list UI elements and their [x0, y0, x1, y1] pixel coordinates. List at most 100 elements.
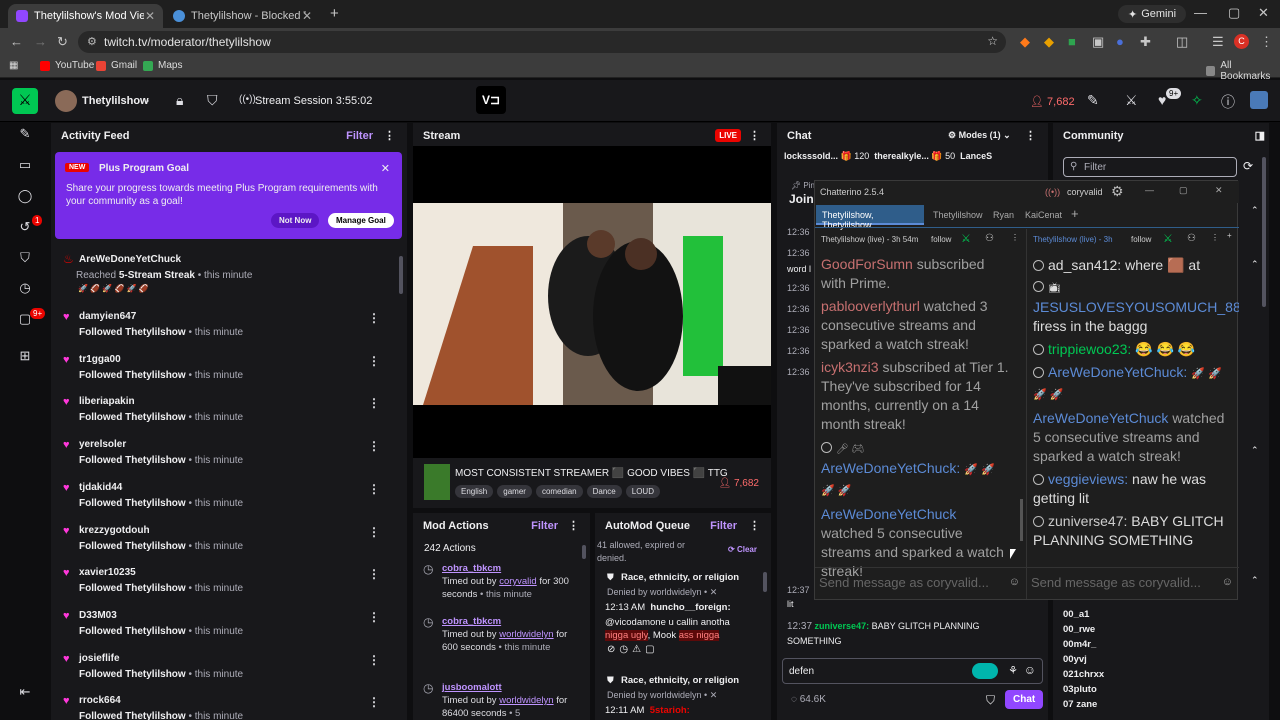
bookmark-star-icon[interactable]: ☆ — [987, 34, 998, 48]
chat-username[interactable]: veggieviews: — [1048, 471, 1128, 487]
follower-name[interactable]: yerelsoler — [79, 439, 126, 450]
collapse-section-icon[interactable]: ⌃ — [1251, 259, 1259, 270]
message-user[interactable]: 5starioh: — [650, 705, 690, 716]
close-icon[interactable]: ✕ — [710, 690, 718, 700]
mod-actions-filter-button[interactable]: Filter — [531, 520, 558, 532]
extension-puzzle-orange-icon[interactable]: ◆ — [1044, 34, 1054, 50]
channel-name[interactable]: Thetylilshow — [82, 95, 149, 107]
back-icon[interactable]: ← — [10, 34, 23, 49]
timeout-icon[interactable] — [1033, 344, 1044, 355]
history-icon[interactable]: ↺ — [17, 219, 33, 235]
split-menu-icon[interactable]: ⋮ — [1211, 233, 1219, 242]
pinned-join[interactable]: Join — [789, 192, 814, 206]
site-info-icon[interactable]: ⚙ — [87, 35, 97, 48]
mod-sword-icon[interactable]: ⚔ — [1163, 232, 1173, 245]
refresh-icon[interactable]: ⟳ — [1243, 159, 1253, 173]
timeout-icon[interactable] — [1033, 474, 1044, 485]
celebrate-icon[interactable]: ⚘ — [1008, 664, 1018, 677]
community-user[interactable]: 03pluto — [1063, 684, 1097, 695]
channel-points[interactable]: ◌ 64.6K — [791, 694, 826, 705]
more-options-icon[interactable]: ⋮ — [568, 519, 579, 532]
automod-scrollbar[interactable] — [763, 572, 767, 592]
follower-name[interactable]: liberiapakin — [79, 396, 135, 407]
feed-scrollbar[interactable] — [399, 256, 403, 294]
viewers-icon[interactable]: ⚇ — [1187, 233, 1196, 244]
extension-blue-icon[interactable]: ● — [1116, 34, 1124, 49]
circle-icon[interactable]: ◯ — [17, 188, 33, 204]
reading-list-icon[interactable]: ☰ — [1212, 34, 1224, 50]
emoji-icon[interactable]: ☺ — [1009, 576, 1020, 588]
emote-preview-icon[interactable] — [972, 663, 998, 679]
chat-username[interactable]: AreWeDoneYetChuck: — [821, 460, 960, 476]
chat-send-button[interactable]: Chat — [1005, 690, 1044, 709]
edit-pencil-icon[interactable]: ✎ — [1087, 92, 1099, 109]
community-user[interactable]: 00_rwe — [1063, 624, 1095, 635]
chat-username[interactable]: AreWeDoneYetChuck: — [1048, 364, 1187, 380]
emoji-icon[interactable]: ☺ — [1222, 576, 1233, 588]
help-icon[interactable]: ⓘ — [1221, 92, 1235, 112]
widget-icon[interactable]: ⊞ — [17, 348, 33, 364]
close-icon[interactable]: ✕ — [381, 162, 390, 175]
clock-icon[interactable]: ◷ — [17, 280, 33, 296]
shield-icon[interactable]: ⛉ — [207, 92, 218, 109]
message-user[interactable]: huncho__foreign: — [650, 602, 730, 613]
follower-name[interactable]: rrock664 — [79, 695, 121, 706]
community-user[interactable]: 07 zane — [1063, 699, 1097, 710]
close-icon[interactable]: ✕ — [710, 587, 718, 597]
chat-username[interactable]: AreWeDoneYetChuck — [821, 506, 956, 522]
close-tab-icon[interactable]: ✕ — [302, 9, 312, 23]
target-user[interactable]: jusboomalott — [442, 682, 502, 693]
activity-filter-button[interactable]: Filter — [346, 130, 373, 142]
mod-sword-icon[interactable]: ⚔ — [1125, 92, 1138, 109]
more-options-icon[interactable]: ⋮ — [749, 519, 760, 532]
community-user[interactable]: 00m4r_ — [1063, 639, 1096, 650]
more-options-icon[interactable]: ⋮ — [368, 439, 380, 453]
timeout-icon[interactable] — [1033, 516, 1044, 527]
shield-rail-icon[interactable]: ⛉ — [17, 250, 33, 266]
profile-avatar[interactable]: C — [1234, 34, 1249, 49]
minimize-window-icon[interactable]: — — [1194, 5, 1207, 20]
timeout-icon[interactable] — [1033, 260, 1044, 271]
popout-icon[interactable]: ◨ — [1255, 129, 1265, 142]
chat-username[interactable]: icyk3nzi3 — [821, 359, 879, 375]
follower-name[interactable]: josieflife — [79, 653, 120, 664]
collapse-section-icon[interactable]: ⌃ — [1251, 445, 1259, 456]
browser-menu-icon[interactable]: ⋮ — [1260, 34, 1273, 50]
follower-name[interactable]: damyien647 — [79, 311, 136, 322]
tag-chip[interactable]: Dance — [586, 485, 622, 498]
tag-chip[interactable]: LOUD — [625, 485, 660, 498]
chatterino-tab[interactable]: Thetylilshow, Thetylilshow — [816, 205, 924, 230]
automod-filter-button[interactable]: Filter — [710, 520, 737, 532]
moderator-user[interactable]: worldwidelyn — [499, 629, 553, 640]
hearts-icon[interactable]: ♥ — [1158, 92, 1166, 108]
follower-name[interactable]: D33M03 — [79, 610, 117, 621]
split-scrollbar[interactable] — [1020, 499, 1023, 541]
community-user[interactable]: 00yvj — [1063, 654, 1087, 665]
chat-username[interactable]: JESUSLOVESYOUSOMUCH_88888: — [1033, 299, 1239, 315]
user-avatar[interactable] — [1250, 91, 1268, 109]
moderator-user[interactable]: worldwidelyn — [499, 695, 553, 706]
viewers-icon[interactable]: ⚇ — [985, 233, 994, 244]
timeout-icon[interactable] — [821, 442, 832, 453]
mod-actions-scrollbar[interactable] — [582, 545, 586, 559]
chat-username[interactable]: GoodForSumn — [821, 256, 913, 272]
collapse-rail-icon[interactable]: ⇤ — [17, 684, 33, 700]
more-options-icon[interactable]: ⋮ — [749, 129, 760, 142]
more-options-icon[interactable]: ⋮ — [368, 653, 380, 667]
more-options-icon[interactable]: ⋮ — [1025, 129, 1036, 142]
follower-name[interactable]: xavier10235 — [79, 567, 136, 578]
timeout-icon[interactable] — [1033, 281, 1044, 292]
not-now-button[interactable]: Not Now — [271, 213, 320, 228]
collapse-section-icon[interactable]: ⌃ — [1251, 575, 1259, 586]
more-options-icon[interactable]: ⋮ — [368, 396, 380, 410]
more-options-icon[interactable]: ⋮ — [368, 610, 380, 624]
forward-icon[interactable]: → — [34, 34, 47, 49]
settings-gear-icon[interactable]: ⚙ — [1111, 183, 1124, 200]
community-filter-input[interactable]: ⚲ Filter — [1063, 157, 1237, 177]
close-tab-icon[interactable]: ✕ — [145, 9, 155, 23]
community-scrollbar[interactable] — [1262, 157, 1266, 307]
gift-entry[interactable]: locksssold... 🎁 120 — [784, 151, 869, 161]
video-player[interactable] — [413, 146, 771, 458]
more-options-icon[interactable]: ⋮ — [368, 354, 380, 368]
chat-bubble-icon[interactable]: ▭ — [17, 157, 33, 173]
